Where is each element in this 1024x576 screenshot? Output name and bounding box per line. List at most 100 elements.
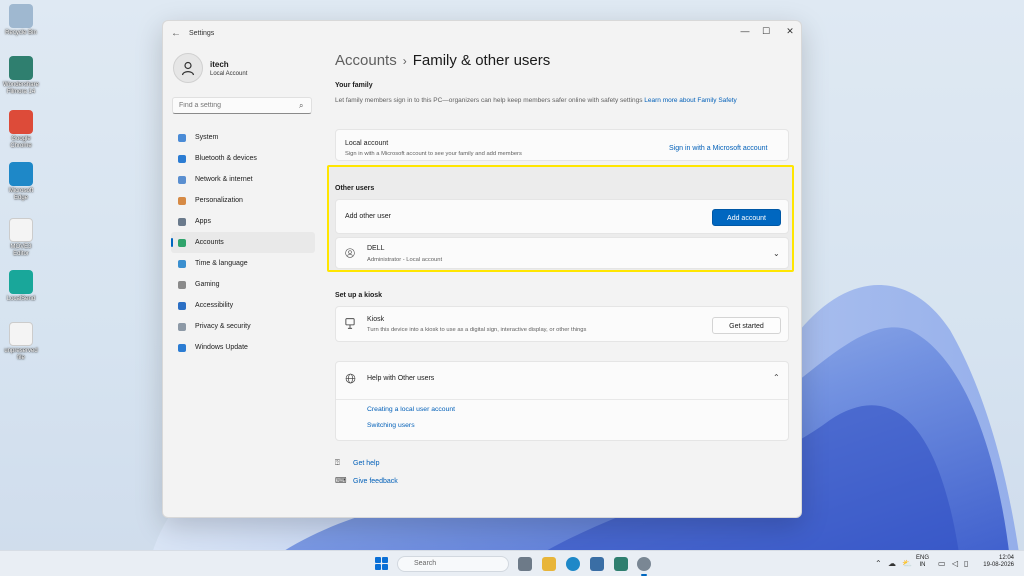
- sidebar-item-gaming[interactable]: Gaming: [171, 274, 315, 295]
- store-icon[interactable]: [590, 557, 604, 571]
- help-link-local-account[interactable]: Creating a local user account: [367, 406, 455, 413]
- breadcrumb-separator: ›: [402, 54, 407, 68]
- volume-icon[interactable]: ◁: [952, 559, 958, 568]
- family-description: Let family members sign in to this PC—or…: [335, 96, 780, 106]
- chevron-up-icon[interactable]: ⌃: [875, 559, 882, 568]
- desktop-icon[interactable]: Wondershare Filmora 14: [2, 56, 40, 96]
- person-icon: [181, 61, 195, 76]
- monitor-icon: [178, 134, 186, 142]
- chrome-icon: [9, 110, 33, 134]
- sidebar-item-network-internet[interactable]: Network & internet: [171, 169, 315, 190]
- sidebar-item-privacy-security[interactable]: Privacy & security: [171, 316, 315, 337]
- desktop-icon[interactable]: unpreserved file: [2, 322, 40, 362]
- start-icon[interactable]: [375, 557, 389, 571]
- other-users-heading: Other users: [335, 185, 375, 192]
- get-help-link[interactable]: Get help: [353, 460, 379, 467]
- filmora-icon[interactable]: [614, 557, 628, 571]
- language-indicator[interactable]: ENG IN: [916, 555, 929, 569]
- desktop-icon-label: Google Chrome: [10, 136, 32, 149]
- desktop-icon[interactable]: LocalSend: [2, 270, 40, 303]
- desktop-icon-label: MOVE3 Editor: [10, 244, 32, 257]
- chevron-down-icon[interactable]: ⌄: [773, 249, 780, 258]
- sidebar-item-accessibility[interactable]: Accessibility: [171, 295, 315, 316]
- local-account-card: Local account Sign in with a Microsoft a…: [335, 129, 789, 161]
- network-icon[interactable]: ▭: [938, 559, 946, 568]
- window-title: Settings: [189, 30, 215, 37]
- desktop-icon[interactable]: Microsoft Edge: [2, 162, 40, 202]
- search-icon[interactable]: ⌕: [299, 101, 303, 111]
- sidebar-item-system[interactable]: System: [171, 127, 315, 148]
- your-family-heading: Your family: [335, 82, 373, 89]
- sidebar-item-label: Bluetooth & devices: [195, 155, 257, 162]
- divider: [336, 399, 788, 400]
- give-feedback-link[interactable]: Give feedback: [353, 478, 398, 485]
- edge-icon: [9, 162, 33, 186]
- accessibility-icon: [178, 302, 186, 310]
- user-row-dell[interactable]: DELL Administrator - Local account ⌄: [335, 237, 789, 269]
- profile-name: itech: [210, 60, 229, 69]
- sidebar-item-time-language[interactable]: Time & language: [171, 253, 315, 274]
- avatar[interactable]: [173, 53, 203, 83]
- brush-icon: [178, 197, 186, 205]
- file-icon: [9, 322, 33, 346]
- recycle-bin-icon: [9, 4, 33, 28]
- desktop-icon[interactable]: Recycle Bin: [2, 4, 40, 37]
- bluetooth-icon: [178, 155, 186, 163]
- family-description-text: Let family members sign in to this PC—or…: [335, 97, 643, 104]
- sidebar-item-bluetooth-devices[interactable]: Bluetooth & devices: [171, 148, 315, 169]
- help-link-switching-users[interactable]: Switching users: [367, 422, 415, 429]
- family-safety-link[interactable]: Learn more about Family Safety: [644, 97, 737, 104]
- taskbar-search[interactable]: Search: [397, 556, 509, 572]
- desktop-icon-label: Microsoft Edge: [8, 188, 34, 201]
- sidebar-item-label: Personalization: [195, 197, 243, 204]
- controller-icon: [178, 281, 186, 289]
- sidebar-item-label: Time & language: [195, 260, 248, 267]
- help-title[interactable]: Help with Other users: [367, 375, 434, 382]
- cloud-icon[interactable]: ⛅: [902, 559, 912, 568]
- desktop-icon-label: Wondershare Filmora 14: [3, 82, 39, 95]
- sidebar-item-accounts[interactable]: Accounts: [171, 232, 315, 253]
- sidebar-item-label: Accounts: [195, 239, 224, 246]
- kiosk-icon: [345, 318, 355, 331]
- task-view-icon[interactable]: [518, 557, 532, 571]
- edge-icon[interactable]: [566, 557, 580, 571]
- profile-account-type: Local Account: [210, 71, 248, 77]
- sidebar-item-label: Apps: [195, 218, 211, 225]
- get-started-button[interactable]: Get started: [712, 317, 781, 334]
- sidebar-item-label: Gaming: [195, 281, 220, 288]
- desktop-icon[interactable]: MOVE3 Editor: [2, 218, 40, 258]
- chevron-up-icon[interactable]: ⌃: [773, 373, 780, 382]
- feedback-icon: ⌨: [335, 476, 347, 485]
- sidebar-item-label: Network & internet: [195, 176, 253, 183]
- desktop-icon-label: Recycle Bin: [5, 30, 37, 36]
- settings-gear-icon[interactable]: [637, 557, 651, 576]
- desktop-icon[interactable]: Google Chrome: [2, 110, 40, 150]
- add-other-user-card: Add other user Add account: [335, 199, 789, 234]
- sidebar-item-label: Privacy & security: [195, 323, 251, 330]
- maximize-icon[interactable]: ☐: [756, 26, 776, 37]
- person-icon: [178, 239, 186, 247]
- close-icon[interactable]: ✕: [780, 26, 800, 37]
- find-setting-input[interactable]: [172, 97, 312, 114]
- kiosk-heading: Set up a kiosk: [335, 292, 383, 299]
- sidebar-item-label: System: [195, 134, 219, 141]
- local-account-subtitle: Sign in with a Microsoft account to see …: [345, 151, 522, 157]
- sidebar-item-windows-update[interactable]: Windows Update: [171, 337, 315, 358]
- language-code: ENG: [916, 555, 930, 561]
- local-account-title: Local account: [345, 140, 389, 147]
- sidebar-item-apps[interactable]: Apps: [171, 211, 315, 232]
- minimize-icon[interactable]: —: [735, 26, 755, 36]
- wifi-icon: [178, 176, 186, 184]
- clock[interactable]: 12:04 19-08-2026: [968, 555, 1014, 569]
- sidebar-item-personalization[interactable]: Personalization: [171, 190, 315, 211]
- add-account-button[interactable]: Add account: [712, 209, 781, 226]
- kiosk-subtitle: Turn this device into a kiosk to use as …: [367, 327, 587, 333]
- onedrive-icon[interactable]: ☁: [888, 559, 896, 568]
- apps-icon: [178, 218, 186, 226]
- kiosk-title: Kiosk: [367, 316, 385, 323]
- localsend-icon: [9, 270, 33, 294]
- file-explorer-icon[interactable]: [542, 557, 556, 571]
- sign-in-microsoft-link[interactable]: Sign in with a Microsoft account: [669, 145, 767, 152]
- breadcrumb-accounts[interactable]: Accounts: [335, 52, 397, 69]
- back-arrow-icon[interactable]: ←: [171, 28, 181, 39]
